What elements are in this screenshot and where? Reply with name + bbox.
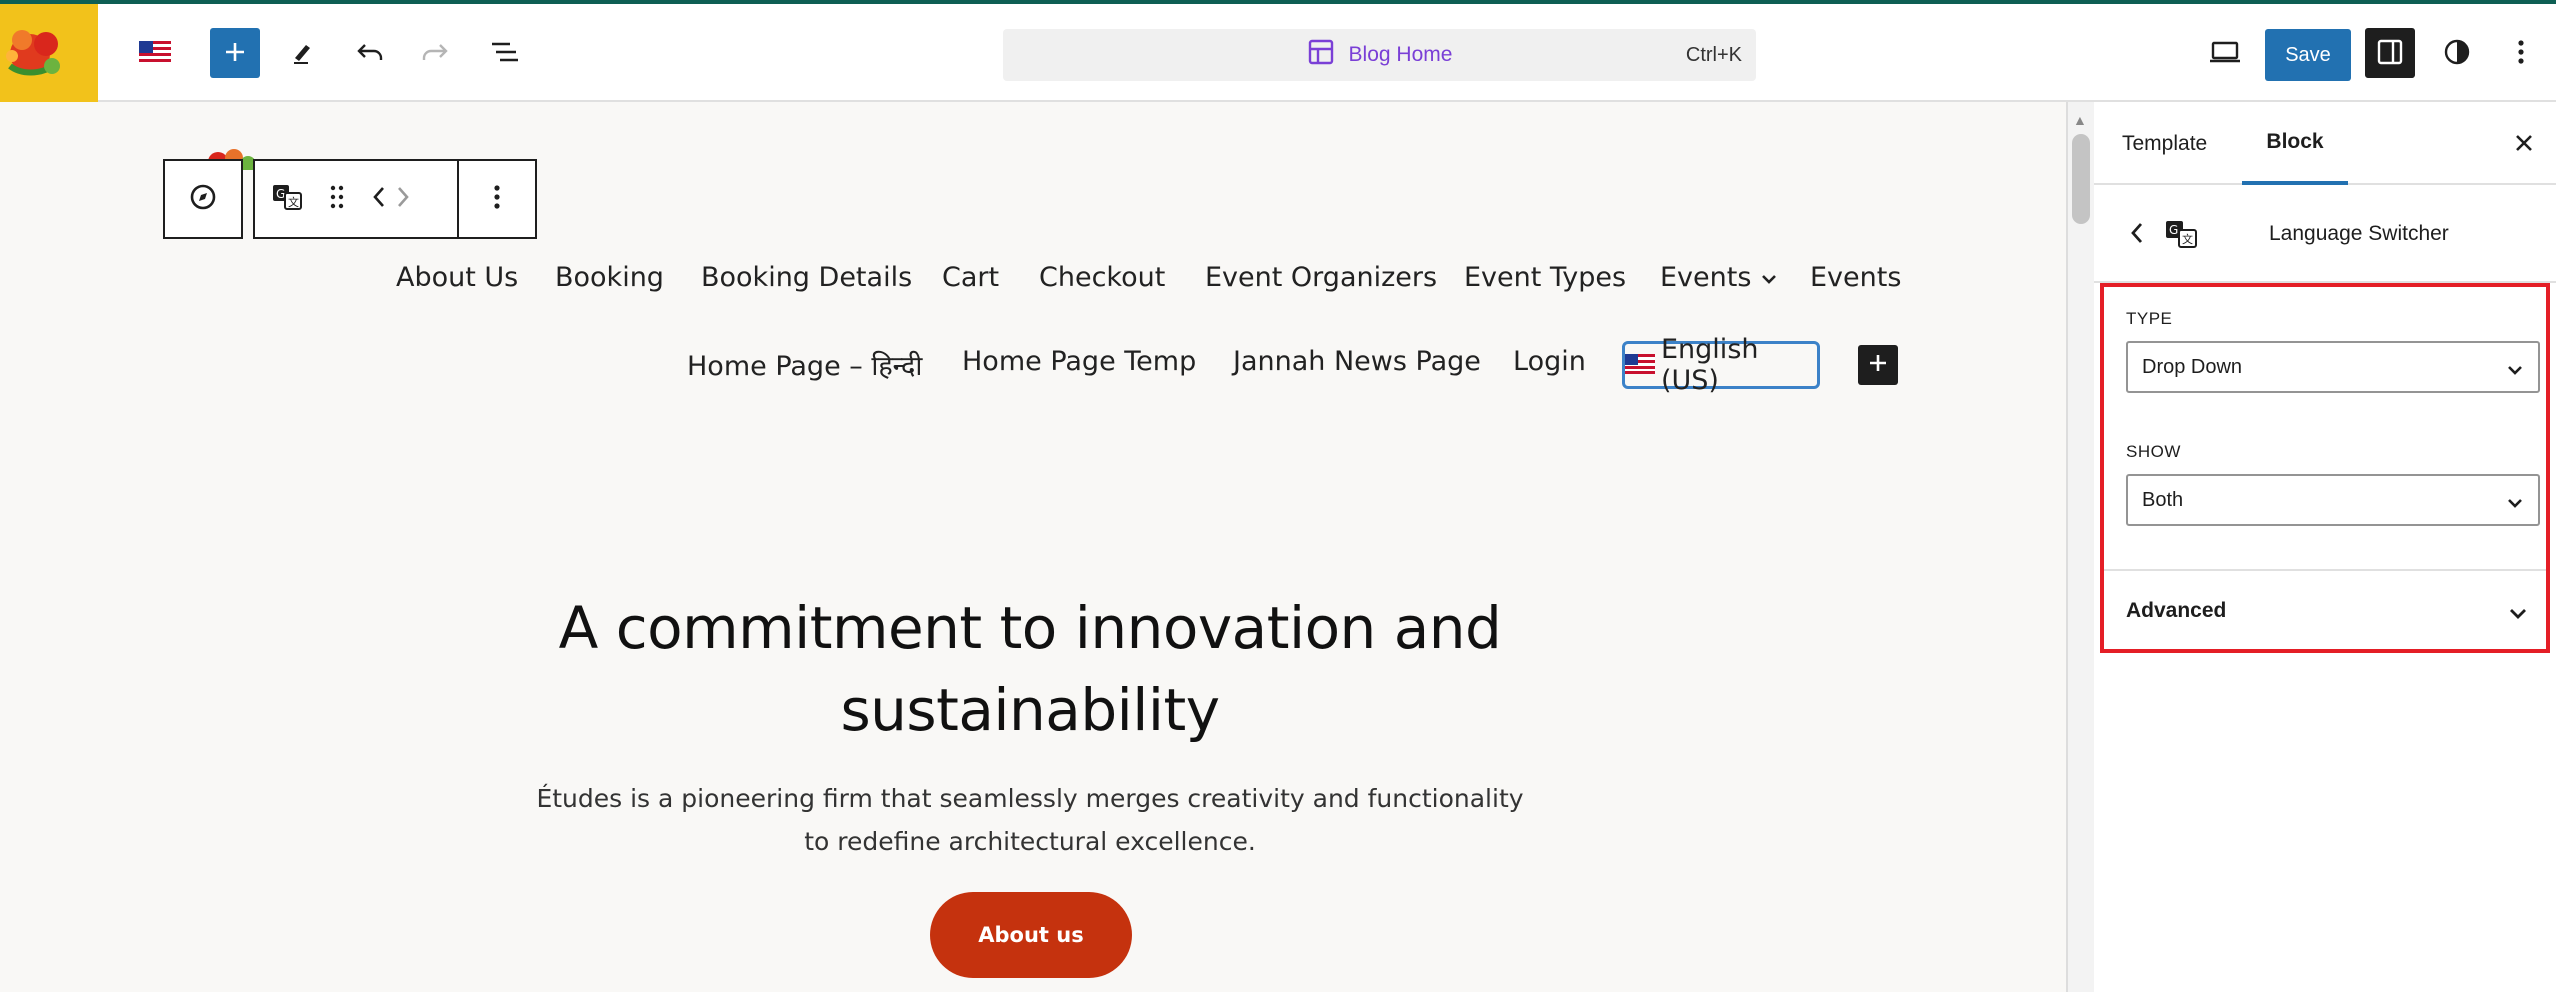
redo-icon	[421, 40, 449, 67]
site-logo[interactable]	[0, 4, 98, 102]
advanced-panel-toggle[interactable]: Advanced	[2104, 571, 2546, 651]
translate-icon[interactable]: G文	[271, 183, 303, 216]
save-button[interactable]: Save	[2265, 29, 2351, 81]
flag-us-icon	[139, 40, 171, 66]
more-options-icon	[2516, 38, 2526, 69]
list-view-button[interactable]	[480, 28, 530, 78]
undo-button[interactable]	[345, 28, 395, 78]
list-view-icon	[490, 40, 520, 67]
chevron-down-icon	[2506, 493, 2524, 516]
show-select-value: Both	[2142, 488, 2184, 511]
plus-icon	[1867, 352, 1889, 379]
nav-link-login[interactable]: Login	[1513, 346, 1586, 377]
svg-text:文: 文	[2182, 232, 2193, 246]
nav-link-checkout[interactable]: Checkout	[1039, 262, 1165, 293]
styles-button[interactable]	[2432, 28, 2482, 78]
translate-icon: G文	[2164, 219, 2198, 254]
tools-button[interactable]	[278, 28, 328, 78]
chevron-down-icon	[2506, 360, 2524, 383]
chevron-down-icon	[1760, 262, 1778, 293]
template-icon	[1307, 38, 1335, 72]
chevron-left-icon	[2129, 220, 2145, 251]
close-sidebar-button[interactable]	[2504, 125, 2544, 165]
command-palette-bar[interactable]: Blog Home Ctrl+K	[1003, 29, 1756, 81]
sidebar-toggle-icon	[2376, 38, 2404, 69]
nav-link-event-types[interactable]: Event Types	[1464, 262, 1626, 293]
block-parent-selector[interactable]	[163, 159, 243, 239]
svg-text:文: 文	[288, 195, 299, 209]
editor-topbar: Blog Home Ctrl+K Save	[0, 4, 2556, 102]
more-options-icon	[492, 183, 502, 216]
nav-link-about-us[interactable]: About Us	[396, 262, 518, 293]
advanced-label: Advanced	[2126, 599, 2227, 622]
svg-text:G: G	[276, 187, 285, 201]
nav-link-jannah-news[interactable]: Jannah News Page	[1233, 346, 1481, 377]
type-label: TYPE	[2126, 309, 2173, 328]
chevron-right-icon[interactable]	[395, 184, 411, 215]
nav-link-events[interactable]: Events	[1810, 262, 1901, 293]
about-us-button[interactable]: About us	[930, 892, 1132, 978]
language-flag-button[interactable]	[130, 28, 180, 78]
show-select[interactable]: Both	[2126, 474, 2540, 526]
language-switcher-block[interactable]: English (US)	[1622, 334, 1820, 396]
chevron-left-icon[interactable]	[371, 184, 387, 215]
drag-handle-icon[interactable]	[329, 184, 345, 215]
hero-heading: A commitment to innovation and sustainab…	[558, 594, 1502, 744]
block-card-header: G文 Language Switcher	[2094, 187, 2556, 283]
hero-description: Études is a pioneering firm that seamles…	[536, 784, 1524, 856]
back-to-parent-button[interactable]	[2122, 218, 2152, 252]
nav-link-events-submenu[interactable]: Events	[1660, 262, 1778, 293]
show-label: SHOW	[2126, 442, 2181, 461]
close-icon	[2514, 133, 2534, 158]
nav-link-booking[interactable]: Booking	[555, 262, 664, 293]
type-select[interactable]: Drop Down	[2126, 341, 2540, 393]
flag-us-icon	[1625, 350, 1655, 381]
tab-template[interactable]: Template	[2122, 102, 2207, 185]
canvas-scrollbar-track[interactable]	[2068, 102, 2094, 992]
tab-block[interactable]: Block	[2242, 102, 2348, 185]
settings-sidebar: Template Block G文 Language Switcher TYPE	[2094, 102, 2556, 992]
add-block-button[interactable]	[210, 28, 260, 78]
nav-link-cart[interactable]: Cart	[942, 262, 999, 293]
editor-app: Blog Home Ctrl+K Save G 文 About Us Booki…	[0, 0, 2556, 992]
svg-text:G: G	[2169, 223, 2178, 237]
block-type-controls: G文	[253, 159, 457, 239]
template-title: Blog Home	[1348, 43, 1453, 66]
desktop-view-icon	[2209, 40, 2241, 67]
settings-sidebar-toggle[interactable]	[2365, 28, 2415, 78]
block-name: Language Switcher	[2269, 222, 2449, 245]
scroll-up-icon[interactable]: ▲	[2073, 112, 2087, 128]
navigation-row-1: About Us Booking Booking Details Cart Ch…	[0, 262, 2068, 302]
nav-link-home-hindi[interactable]: Home Page – हिन्दी	[687, 346, 922, 383]
canvas-scrollbar-thumb[interactable]	[2072, 134, 2090, 224]
add-nav-item-button[interactable]	[1858, 345, 1898, 385]
more-options-button[interactable]	[2496, 28, 2546, 78]
nav-link-home-temp[interactable]: Home Page Temp	[962, 346, 1196, 377]
compass-icon	[188, 182, 218, 217]
language-switcher-label: English (US)	[1661, 334, 1759, 396]
block-options-button[interactable]	[457, 159, 537, 239]
redo-button[interactable]	[410, 28, 460, 78]
nav-link-event-organizers[interactable]: Event Organizers	[1205, 262, 1437, 293]
undo-icon	[356, 40, 384, 67]
styles-icon	[2443, 38, 2471, 69]
sidebar-tabs: Template Block	[2094, 102, 2556, 185]
nav-link-events-label: Events	[1660, 262, 1752, 293]
command-shortcut: Ctrl+K	[1685, 44, 1742, 66]
nav-link-booking-details[interactable]: Booking Details	[701, 262, 912, 293]
type-select-value: Drop Down	[2142, 355, 2243, 378]
plus-icon	[223, 40, 247, 67]
language-switcher-settings-panel: TYPE Drop Down SHOW Both Advanced	[2100, 283, 2550, 653]
pen-icon	[290, 39, 316, 68]
chevron-down-icon	[2508, 602, 2528, 626]
block-toolbar: G文	[163, 159, 537, 239]
preview-device-button[interactable]	[2200, 28, 2250, 78]
command-center: Blog Home	[1003, 29, 1756, 81]
